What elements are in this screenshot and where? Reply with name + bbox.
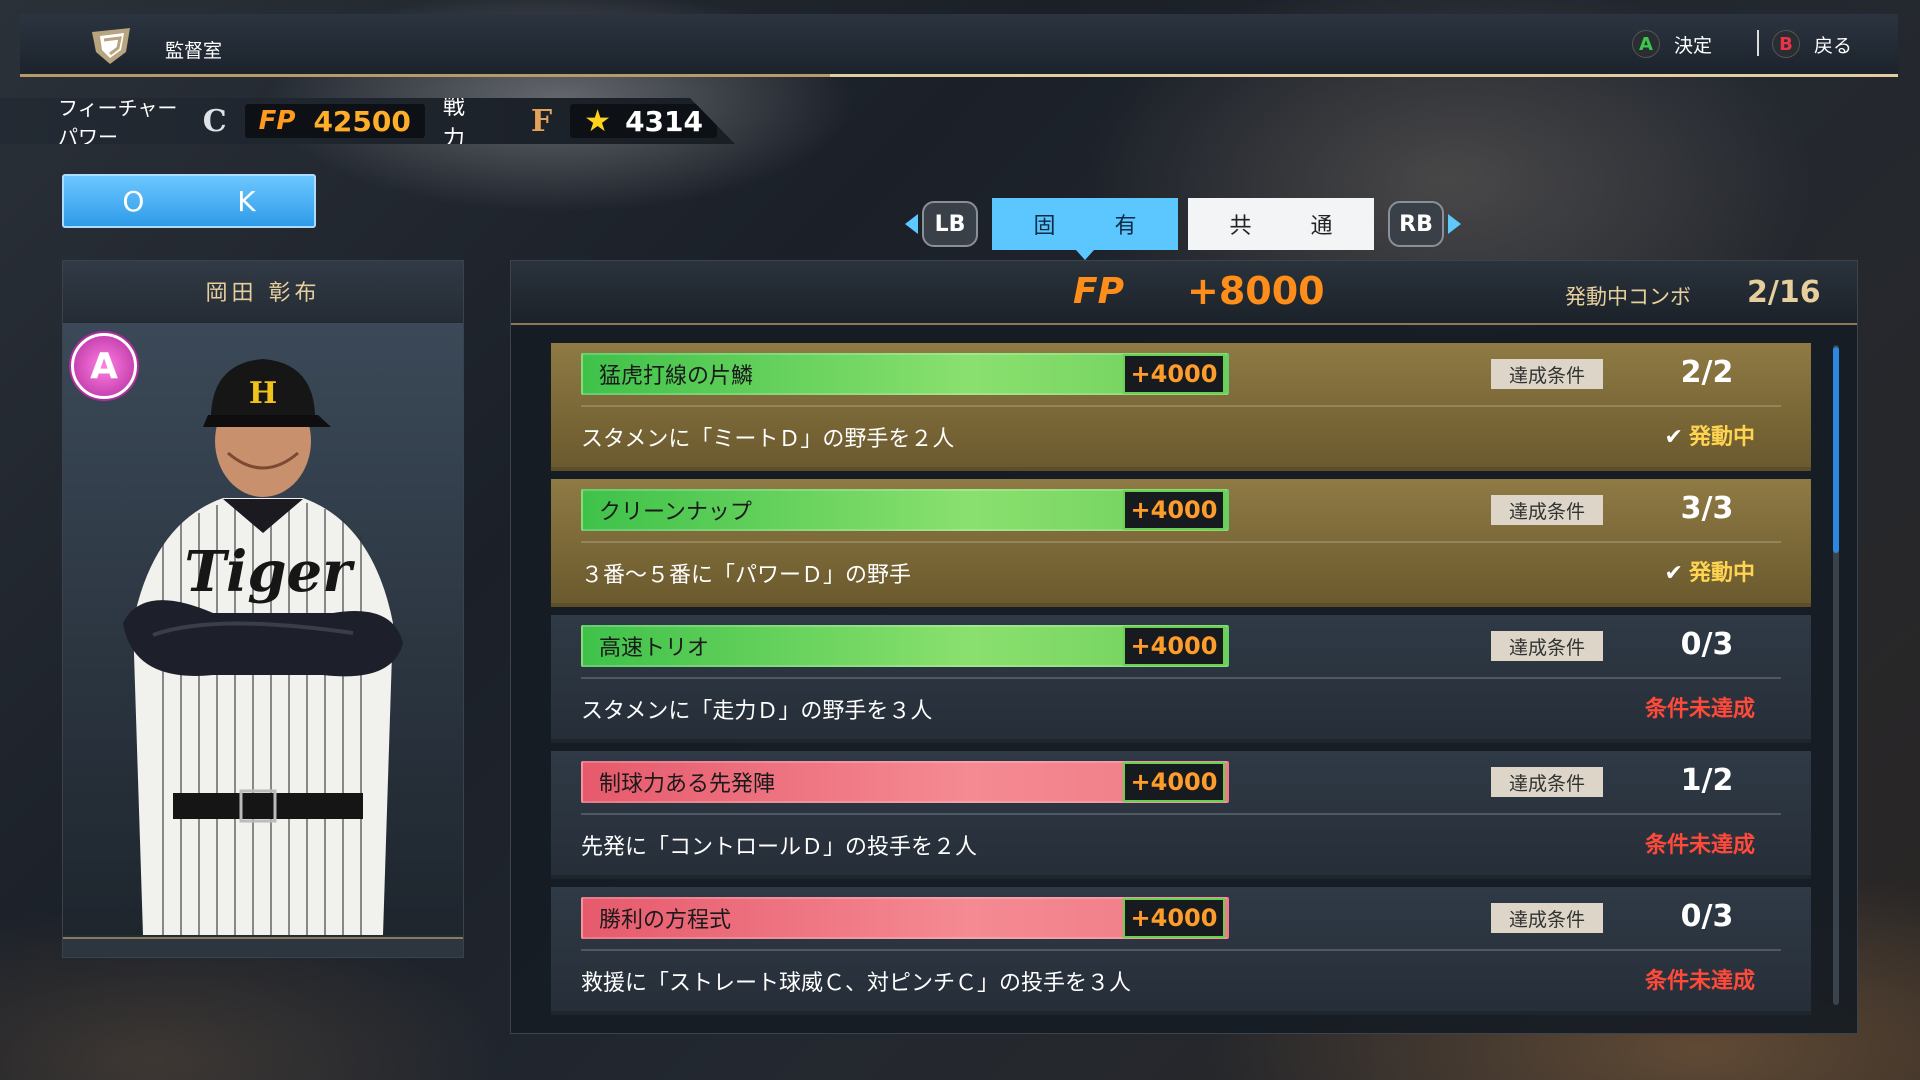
strength-rank: F (530, 103, 553, 139)
combo-status: 条件未達成 (1644, 969, 1755, 994)
tab-common[interactable]: 共 通 (1188, 198, 1374, 250)
card-footer (63, 937, 463, 957)
svg-text:Tiger: Tiger (184, 539, 355, 605)
scrollbar-thumb[interactable] (1833, 347, 1839, 553)
rb-shoulder-button[interactable]: RB (1388, 201, 1444, 247)
combo-status-label: 発動中 (1688, 561, 1755, 586)
combo-name: 制球力ある先発陣 (599, 772, 776, 797)
tab-unique[interactable]: 固 有 (992, 198, 1178, 260)
row-divider (581, 405, 1781, 407)
combo-description: スタメンに「走力Ｄ」の野手を３人 (581, 699, 933, 724)
combo-name-bar: クリーンナップ +4000 (581, 489, 1229, 531)
lb-shoulder-button[interactable]: LB (922, 201, 978, 247)
combo-status: ✔ 発動中 (1665, 419, 1755, 451)
combo-description: 先発に「コントロールＤ」の投手を２人 (581, 835, 978, 860)
fp-label: FP (258, 106, 296, 136)
combo-progress: 1/2 (1680, 763, 1734, 798)
condition-chip: 達成条件 (1491, 359, 1603, 389)
combo-row[interactable]: 制球力ある先発陣 +4000 達成条件 1/2 先発に「コントロールＤ」の投手を… (551, 751, 1811, 879)
combo-description: ３番～５番に「パワーＤ」の野手 (581, 563, 912, 588)
panel-fp-label: FP (1073, 271, 1124, 312)
combo-bonus: +4000 (1123, 626, 1225, 666)
left-arrow-icon[interactable] (905, 214, 918, 234)
combo-bonus: +4000 (1123, 898, 1225, 938)
back-label: 戻る (1814, 34, 1853, 57)
strength-label: 戦 力 (442, 95, 487, 152)
active-combo-label: 発動中コンボ (1565, 285, 1691, 309)
future-power-label: フィーチャーパワー (58, 96, 178, 149)
confirm-button[interactable]: A 決定 (1632, 30, 1712, 58)
condition-chip: 達成条件 (1491, 767, 1603, 797)
combo-progress: 0/3 (1680, 627, 1734, 662)
combo-row[interactable]: 勝利の方程式 +4000 達成条件 0/3 救援に「ストレート球威Ｃ、対ピンチＣ… (551, 887, 1811, 1015)
b-button-icon: B (1772, 30, 1800, 58)
ok-button[interactable]: O K (62, 174, 316, 228)
combo-row[interactable]: 高速トリオ +4000 達成条件 0/3 スタメンに「走力Ｄ」の野手を３人 条件… (551, 615, 1811, 743)
combo-panel-header: FP +8000 発動中コンボ 2/16 (511, 261, 1857, 325)
top-bar-accent-line (830, 74, 1898, 77)
combo-bonus: +4000 (1123, 762, 1225, 802)
svg-text:H: H (249, 376, 277, 411)
row-divider (581, 541, 1781, 543)
combo-name-bar: 猛虎打線の片鱗 +4000 (581, 353, 1229, 395)
combo-status: 条件未達成 (1644, 833, 1755, 858)
combo-description: スタメンに「ミートＤ」の野手を２人 (581, 427, 955, 452)
condition-chip: 達成条件 (1491, 495, 1603, 525)
star-icon: ★ (584, 103, 612, 139)
combo-name-bar: 高速トリオ +4000 (581, 625, 1229, 667)
shield-emblem-icon (92, 28, 130, 64)
hint-divider (1757, 30, 1759, 56)
confirm-label: 決定 (1674, 34, 1713, 57)
combo-status: ✔ 発動中 (1665, 555, 1755, 587)
fp-box: FP 42500 (244, 104, 425, 138)
combo-row[interactable]: クリーンナップ +4000 達成条件 3/3 ３番～５番に「パワーＤ」の野手 ✔… (551, 479, 1811, 607)
combo-bonus: +4000 (1123, 490, 1225, 530)
combo-name: 猛虎打線の片鱗 (599, 364, 754, 389)
combo-progress: 2/2 (1680, 355, 1734, 390)
condition-chip: 達成条件 (1491, 903, 1603, 933)
combo-panel: FP +8000 発動中コンボ 2/16 猛虎打線の片鱗 +4000 達成条件 … (510, 260, 1858, 1034)
tab-navigation: LB 固 有 共 通 RB (905, 198, 1461, 260)
combo-status: 条件未達成 (1644, 697, 1755, 722)
combo-row[interactable]: 猛虎打線の片鱗 +4000 達成条件 2/2 スタメンに「ミートＤ」の野手を２人… (551, 343, 1811, 471)
combo-status-label: 発動中 (1688, 425, 1755, 450)
row-divider (581, 949, 1781, 951)
a-button-icon: A (1632, 30, 1660, 58)
panel-fp-bonus: +8000 (1187, 269, 1325, 313)
combo-name-bar: 勝利の方程式 +4000 (581, 897, 1229, 939)
combo-name: 勝利の方程式 (599, 908, 732, 933)
right-arrow-icon[interactable] (1448, 214, 1461, 234)
combo-name: 高速トリオ (599, 636, 710, 661)
combo-bonus: +4000 (1123, 354, 1225, 394)
power-box: ★ 4314 (570, 103, 717, 139)
row-divider (581, 677, 1781, 679)
checkmark-icon: ✔ (1664, 425, 1683, 450)
power-value: 4314 (625, 104, 703, 138)
back-button[interactable]: B 戻る (1772, 30, 1852, 58)
manager-grade-badge: A (71, 333, 137, 399)
manager-card[interactable]: 岡田 彰布 H Tiger A (62, 260, 464, 958)
condition-chip: 達成条件 (1491, 631, 1603, 661)
future-power-rank: C (202, 103, 227, 139)
combo-description: 救援に「ストレート球威Ｃ、対ピンチＣ」の投手を３人 (581, 971, 1132, 996)
manager-name: 岡田 彰布 (63, 261, 463, 321)
combo-progress: 3/3 (1680, 491, 1734, 526)
manager-portrait-illustration: H Tiger (123, 359, 403, 935)
combo-progress: 0/3 (1680, 899, 1734, 934)
checkmark-icon: ✔ (1664, 561, 1683, 586)
row-divider (581, 813, 1781, 815)
manager-portrait: H Tiger A (63, 323, 463, 935)
status-bar: フィーチャーパワー C FP 42500 戦 力 F ★ 4314 (0, 98, 735, 144)
combo-name-bar: 制球力ある先発陣 +4000 (581, 761, 1229, 803)
combo-name: クリーンナップ (599, 500, 752, 525)
top-bar: 監督室 A 決定 B 戻る (20, 14, 1898, 77)
active-combo-count: 2/16 (1747, 275, 1821, 310)
fp-value: 42500 (313, 104, 411, 138)
page-title: 監督室 (165, 40, 223, 62)
